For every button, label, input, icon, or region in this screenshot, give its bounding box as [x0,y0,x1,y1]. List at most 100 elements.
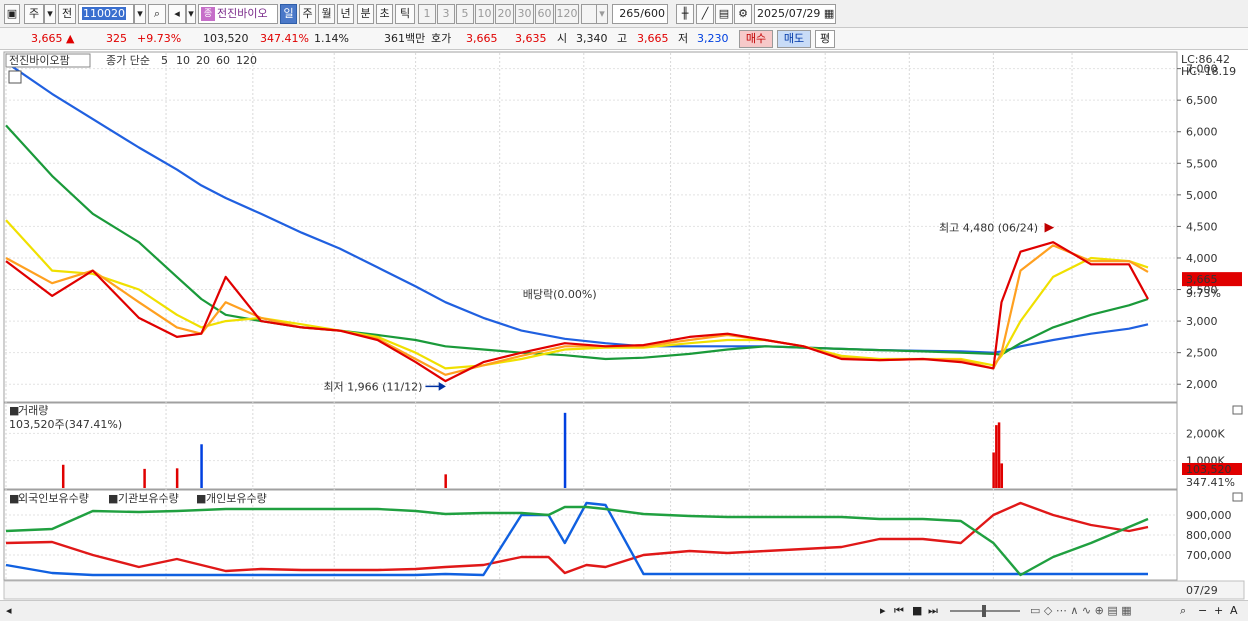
drawing-tools-icon[interactable]: ▭ ◇ ⋯ ∧ ∿ ⊕ ▤ ▦ [1030,604,1132,617]
scroll-left-icon[interactable]: ◂ [6,604,12,617]
price-tick-label: 5,000 [1186,189,1218,202]
chevron-down-icon[interactable]: ▾ [44,4,56,24]
scroll-right-icon[interactable]: ▸ [880,604,886,617]
holdings-legend-icon: ■ [108,492,118,505]
period-tick-button[interactable]: 틱 [395,4,415,24]
volume-bar [200,444,203,488]
font-size-icon[interactable]: A [1230,604,1238,617]
volume-current-label: 103,520 [1186,463,1232,476]
sound-icon[interactable]: ◂ [168,4,186,24]
scroll-bar[interactable]: ◂ ▸ ⏮ ■ ⏭ ▭ ◇ ⋯ ∧ ∿ ⊕ ▤ ▦ ⌕ − + A [0,600,1248,621]
zoom-search-icon[interactable]: ⌕ [1180,604,1186,618]
chart-area[interactable]: 2,0002,5003,0003,5004,0004,5005,0005,500… [0,50,1248,600]
interval-10-button[interactable]: 10 [475,4,494,24]
annotation-dividend: 배당락(0.00%) [523,288,597,301]
average-button[interactable]: 평 [815,30,835,48]
window-icon[interactable]: ▣ [4,4,20,24]
current-pct-label: 9.73% [1186,287,1221,300]
volume-bar [143,468,146,488]
price-tick-label: 5,500 [1186,157,1218,170]
legend-stock-name: 전진바이오팜 [9,54,70,67]
volume-bar [1000,463,1004,488]
low-label: 저 [678,32,689,45]
holdings-legend-icon: ■ [196,492,206,505]
interval-30-button[interactable]: 30 [515,4,534,24]
table-icon[interactable] [8,70,22,84]
legend-ma60: 60 [216,54,230,67]
last-icon[interactable]: ⏭ [928,604,938,618]
trade-amount: 361백만 [384,32,426,45]
period-day-button[interactable]: 일 [280,4,297,24]
high-label: 고 [617,32,628,45]
volume-bar [61,464,65,488]
annotation-low: 최저 1,966 (11/12) [323,380,422,393]
volume-bar [997,422,1001,488]
save-icon[interactable]: ▤ [715,4,733,24]
interval-1-button[interactable]: 1 [418,4,436,24]
volume-title: 거래량 [18,404,48,417]
holdings-close-icon[interactable] [1232,492,1243,502]
candle-icon[interactable]: ╫ [676,4,694,24]
sell-button[interactable]: 매도 [777,30,811,48]
chevron-down-icon[interactable]: ▾ [134,4,146,24]
volume-bar [563,412,567,488]
buy-button[interactable]: 매수 [739,30,773,48]
turnover-rate: 1.14% [314,32,349,45]
volume-bar [995,425,998,488]
legend-institution: 기관보유수량 [118,492,179,505]
volume-close-icon[interactable] [1232,405,1243,415]
date-input[interactable]: 2025/07/29 ▦ [754,4,836,24]
period-minute-button[interactable]: 분 [357,4,374,24]
legend-foreign: 외국인보유수량 [18,492,89,505]
stop-icon[interactable]: ■ [912,604,922,617]
current-price: 3,665 [31,32,63,45]
zoom-out-icon[interactable]: − [1198,604,1207,617]
calendar-icon[interactable]: ▦ [824,7,834,20]
market-sub-select[interactable]: 전 [58,4,76,24]
volume-bar [992,452,995,488]
interval-120-button[interactable]: 120 [555,4,579,24]
price-tick-label: 2,500 [1186,347,1218,360]
price-tick-label: 4,500 [1186,220,1218,233]
open-label: 시 [557,32,568,45]
annotation-high: 최고 4,480 (06/24) [939,222,1038,235]
interval-5-button[interactable]: 5 [456,4,474,24]
price-tick-label: 2,000 [1186,378,1218,391]
interval-3-button[interactable]: 3 [437,4,455,24]
period-second-button[interactable]: 초 [376,4,393,24]
x-axis [3,580,1245,600]
period-year-button[interactable]: 년 [337,4,354,24]
low-price: 3,230 [697,32,729,45]
period-week-button[interactable]: 주 [299,4,316,24]
legend-individual: 개인보유수량 [206,492,267,505]
line-tool-icon[interactable]: ╱ [696,4,714,24]
high-price: 3,665 [637,32,669,45]
market-select[interactable]: 주 [24,4,44,24]
period-month-button[interactable]: 월 [318,4,335,24]
volume-subtitle: 103,520주(347.41%) [9,418,122,431]
holdings-tick-label: 900,000 [1186,509,1232,522]
legend-ma20: 20 [196,54,210,67]
chevron-down-icon[interactable]: ▾ [596,4,608,24]
interval-20-button[interactable]: 20 [495,4,514,24]
first-icon[interactable]: ⏮ [894,604,904,618]
x-axis-right-label: 07/29 [1186,584,1218,597]
price-tick-label: 3,000 [1186,315,1218,328]
legend-ma5: 5 [161,54,168,67]
zoom-in-icon[interactable]: + [1214,604,1223,617]
stock-name-field[interactable]: 종 전진바이오 [198,4,278,24]
legend-ma10: 10 [176,54,190,67]
legend-ma120: 120 [236,54,257,67]
chevron-down-icon[interactable]: ▾ [186,4,196,24]
zoom-slider-handle[interactable] [982,605,986,617]
ask-price: 3,665 [466,32,498,45]
search-icon[interactable]: ⌕ [148,4,166,24]
interval-60-button[interactable]: 60 [535,4,554,24]
gear-icon[interactable]: ⚙ [734,4,752,24]
holdings-tick-label: 800,000 [1186,529,1232,542]
hc-label: HC:-18.19 [1181,65,1236,78]
data-count-input[interactable]: 265/600 [612,4,668,24]
toolbar: ▣ 주 ▾ 전 110020 ▾ ⌕ ◂ ▾ 종 전진바이오 일 주 월 년 분 … [0,0,1248,28]
stock-code-input[interactable]: 110020 [78,4,134,24]
price-tick-label: 6,000 [1186,126,1218,139]
